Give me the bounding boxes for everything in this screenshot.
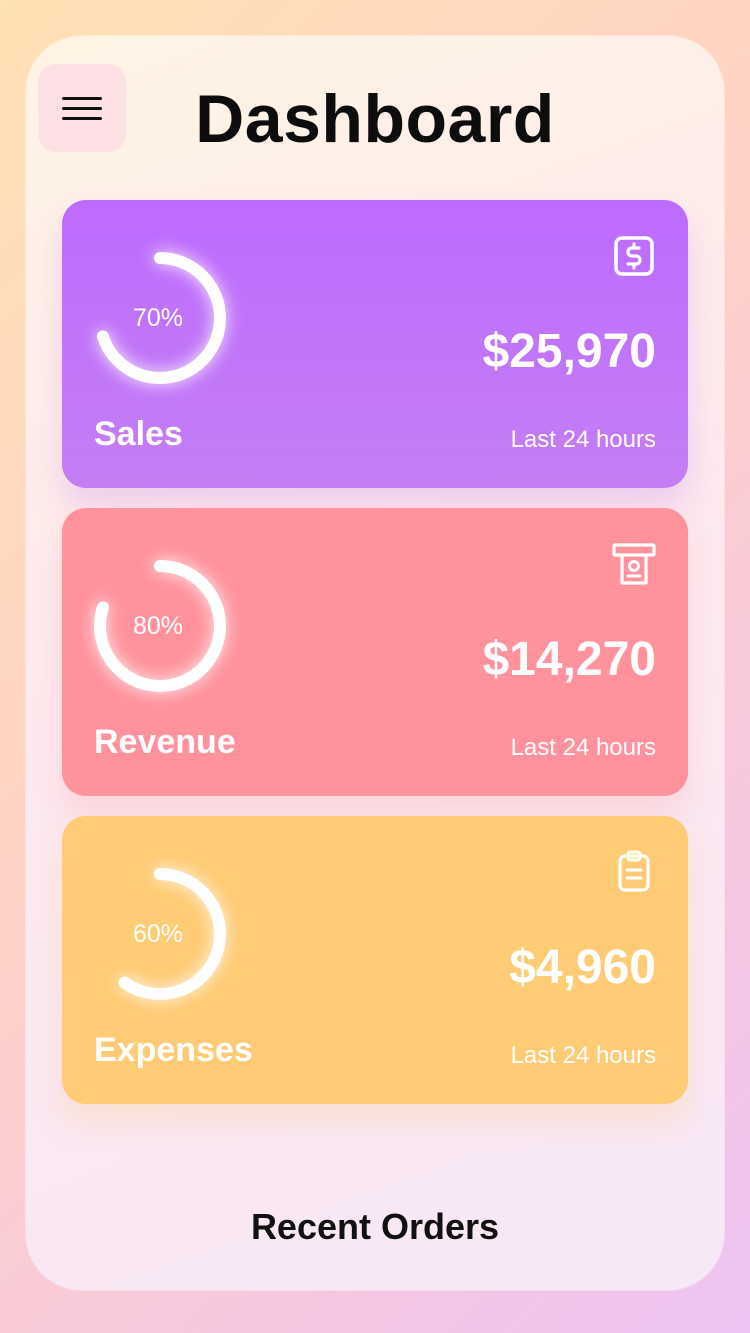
- revenue-amount: $14,270: [482, 633, 656, 686]
- sales-percent: 70%: [132, 303, 184, 332]
- revenue-label: Revenue: [94, 723, 236, 761]
- sales-card[interactable]: 70% $25,970 Sales Last 24 hours: [62, 200, 688, 488]
- cash-icon: [612, 542, 656, 586]
- clipboard-icon: [612, 850, 656, 894]
- sales-period: Last 24 hours: [510, 426, 656, 453]
- page-title: Dashboard: [195, 81, 555, 157]
- sales-amount: $25,970: [482, 325, 656, 378]
- dollar-icon: [612, 234, 656, 278]
- expenses-card[interactable]: 60% $4,960 Expenses Last 24 hours: [62, 816, 688, 1104]
- revenue-period: Last 24 hours: [510, 734, 656, 761]
- expenses-percent: 60%: [132, 919, 184, 948]
- recent-orders-heading: Recent Orders: [250, 1206, 500, 1247]
- revenue-percent: 80%: [132, 611, 184, 640]
- expenses-amount: $4,960: [509, 941, 656, 994]
- revenue-card[interactable]: 80% $14,270 Revenue Last 24 hours: [62, 508, 688, 796]
- expenses-label: Expenses: [94, 1031, 253, 1069]
- sales-label: Sales: [94, 415, 183, 453]
- expenses-period: Last 24 hours: [510, 1042, 656, 1069]
